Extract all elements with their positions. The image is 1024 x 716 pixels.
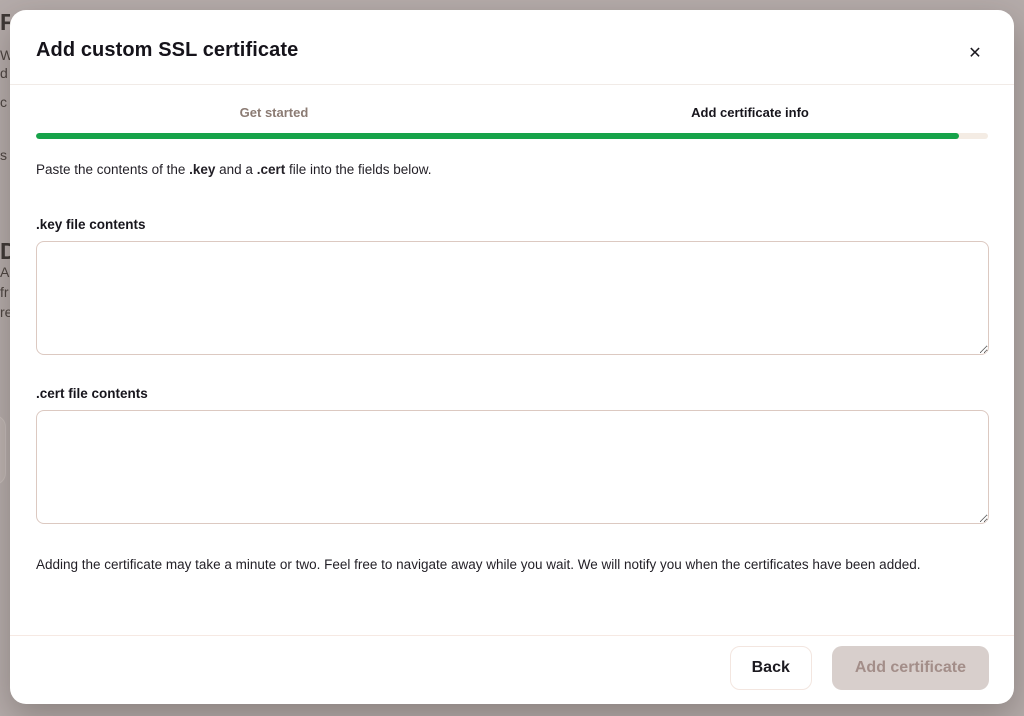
key-file-label: .key file contents xyxy=(36,217,988,232)
backdrop-text-fragment: c xyxy=(0,95,7,109)
back-button[interactable]: Back xyxy=(730,646,812,690)
backdrop-text-fragment: d xyxy=(0,66,8,80)
backdrop-page-fragments: F W d c s D A fr re xyxy=(0,0,10,716)
backdrop-text-fragment: A xyxy=(0,265,9,279)
intro-middle: and a xyxy=(215,162,256,177)
progress-fill xyxy=(36,133,959,139)
add-ssl-certificate-dialog: Add custom SSL certificate ✕ Get started… xyxy=(10,10,1014,704)
progress-track xyxy=(36,133,988,139)
backdrop-text-fragment: fr xyxy=(0,285,9,299)
stepper: Get started Add certificate info xyxy=(10,85,1014,139)
dialog-header: Add custom SSL certificate ✕ xyxy=(10,10,1014,84)
wait-note: Adding the certificate may take a minute… xyxy=(36,554,991,576)
dialog-body: Paste the contents of the .key and a .ce… xyxy=(10,162,1014,576)
backdrop-text-fragment: s xyxy=(0,148,7,162)
cert-term: .cert xyxy=(257,162,286,177)
key-term: .key xyxy=(189,162,215,177)
backdrop-text-fragment: W xyxy=(0,48,10,62)
backdrop-card-edge xyxy=(0,415,6,485)
step-add-certificate-info: Add certificate info xyxy=(512,105,988,120)
add-certificate-button[interactable]: Add certificate xyxy=(832,646,989,690)
dialog-footer: Back Add certificate xyxy=(10,635,1014,704)
cert-file-label: .cert file contents xyxy=(36,386,988,401)
close-icon[interactable]: ✕ xyxy=(962,41,988,67)
cert-file-input[interactable] xyxy=(36,410,989,524)
backdrop-text-fragment: D xyxy=(0,240,10,263)
key-file-input[interactable] xyxy=(36,241,989,355)
intro-suffix: file into the fields below. xyxy=(285,162,431,177)
backdrop-text-fragment: re xyxy=(0,305,10,319)
intro-prefix: Paste the contents of the xyxy=(36,162,189,177)
backdrop-text-fragment: F xyxy=(0,11,10,34)
dialog-title: Add custom SSL certificate xyxy=(36,39,988,62)
step-get-started: Get started xyxy=(36,105,512,120)
intro-text: Paste the contents of the .key and a .ce… xyxy=(36,162,988,177)
